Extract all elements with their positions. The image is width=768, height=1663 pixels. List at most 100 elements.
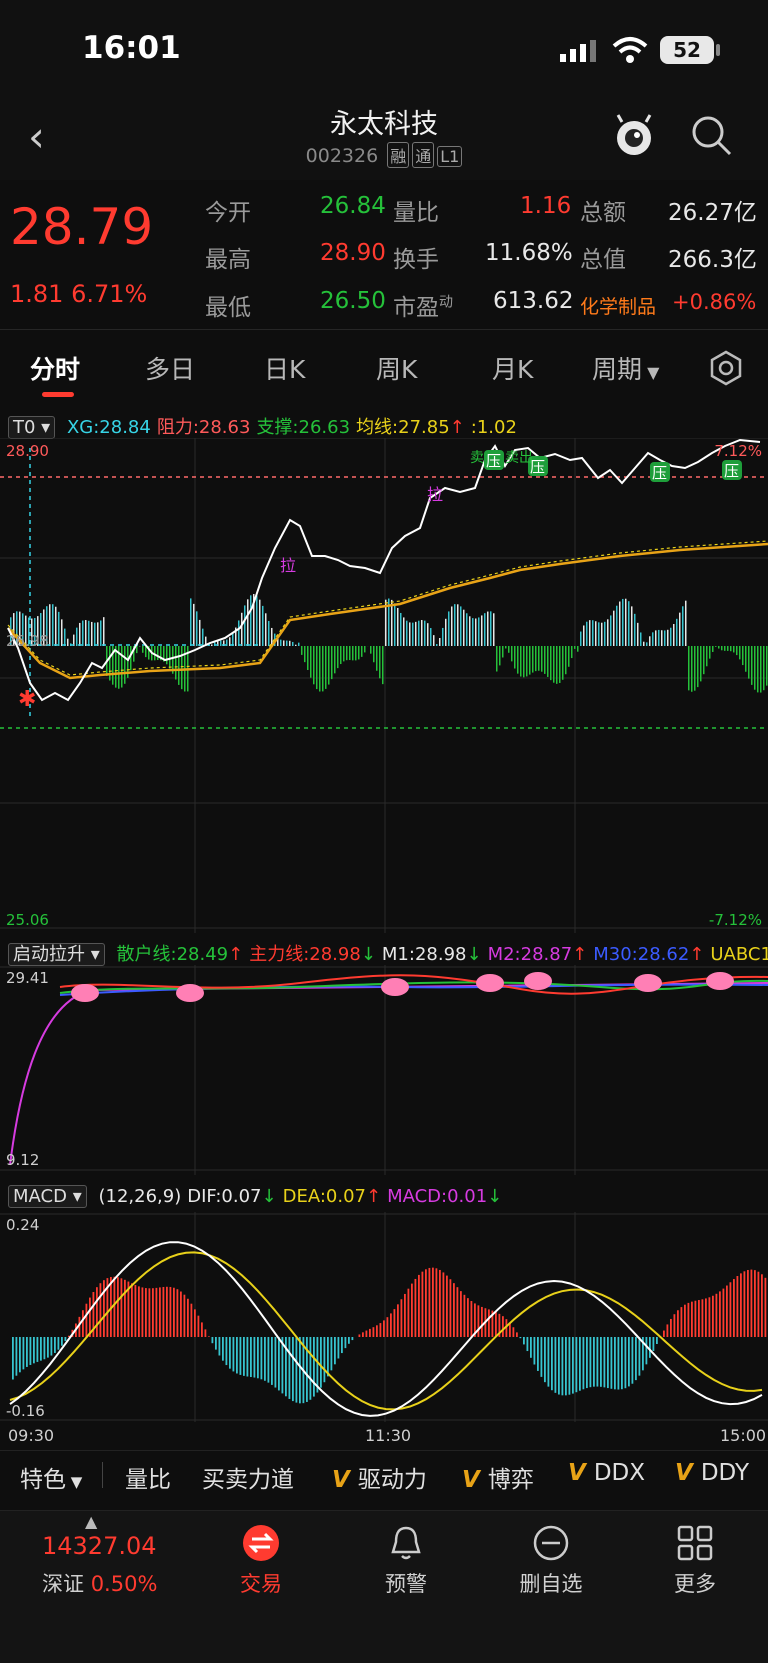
indicator-tab-drive[interactable]: V 驱动力 (332, 1460, 427, 1494)
volume-bar (556, 646, 558, 684)
tab-monthly-k[interactable]: 月K (492, 350, 533, 386)
sector-change[interactable]: +0.86% (672, 290, 756, 314)
macd-indicator-value: ↓ (487, 1186, 503, 1207)
macd-bar (148, 1288, 151, 1337)
nav-trade[interactable]: 交易 (201, 1568, 321, 1598)
macd-bar (446, 1275, 448, 1337)
volume-bar (436, 644, 438, 646)
macd-bar (733, 1279, 735, 1337)
macd-bar (428, 1267, 431, 1337)
volume-bar (571, 646, 573, 659)
volume-bar (355, 646, 357, 661)
macd-bar (327, 1337, 329, 1377)
quote-label-volratio: 量比 (393, 200, 439, 226)
volume-bar (376, 646, 378, 671)
volume-bar (241, 612, 243, 646)
macd-bar (246, 1337, 249, 1377)
volume-bar (61, 619, 63, 646)
nav-alert[interactable]: 预警 (346, 1568, 466, 1598)
macd-chart[interactable]: 0.24 -0.16 (0, 1212, 768, 1422)
nav-more[interactable]: 更多 (635, 1568, 755, 1598)
volume-bar (496, 646, 498, 672)
volume-bar (685, 600, 687, 646)
volume-bar (703, 646, 705, 675)
macd-bar (12, 1337, 14, 1380)
intraday-price-chart[interactable]: 28.90 26.98 25.06 7.12% -7.12% 拉 拉 压 压 压… (0, 438, 768, 933)
indicator-tab-ddx[interactable]: V DDX (568, 1460, 645, 1486)
main-indicator-dropdown[interactable]: T0 ▾ (8, 416, 56, 439)
sub1-y-bottom: 9.12 (6, 1151, 39, 1169)
bell-icon[interactable] (387, 1524, 425, 1562)
volume-bar (673, 624, 675, 646)
macd-bar (687, 1302, 690, 1337)
nav-remove-watchlist[interactable]: 删自选 (491, 1568, 611, 1598)
time-mid: 11:30 (365, 1426, 412, 1445)
macd-bar (383, 1320, 385, 1337)
volume-bar (340, 646, 342, 665)
chevron-up-icon[interactable]: ▲ (85, 1512, 97, 1531)
volume-bar (511, 646, 513, 662)
tab-weekly-k[interactable]: 周K (376, 350, 417, 386)
price-line (7, 438, 761, 702)
macd-bar (183, 1294, 186, 1337)
volume-bar (745, 646, 747, 672)
macd-bar (96, 1287, 98, 1337)
macd-bar (593, 1337, 595, 1387)
volume-bar (244, 605, 246, 646)
grid-more-icon[interactable] (676, 1524, 714, 1562)
macd-bar (407, 1288, 410, 1337)
sub1-indicator-dropdown[interactable]: 启动拉升 ▾ (8, 943, 105, 966)
macd-bar (533, 1337, 536, 1365)
launch-indicator-chart[interactable]: 29.41 9.12 (0, 965, 768, 1175)
macd-bar (337, 1337, 340, 1359)
volume-bar (487, 611, 489, 646)
macd-bar (558, 1337, 560, 1395)
macd-bar (145, 1288, 147, 1337)
search-icon[interactable] (690, 114, 734, 158)
macd-indicator-dropdown[interactable]: MACD ▾ (8, 1185, 87, 1208)
indicator-tab-ddy[interactable]: V DDY (675, 1460, 749, 1486)
indicator-tab-volratio[interactable]: 量比 (125, 1460, 171, 1494)
macd-bar (358, 1334, 361, 1337)
sector-name[interactable]: 化学制品 (580, 292, 656, 319)
tab-intraday[interactable]: 分时 (30, 350, 80, 386)
settings-hexagon-icon[interactable] (708, 350, 744, 386)
mark-sell-1: 卖 (470, 450, 484, 466)
trade-icon[interactable] (242, 1524, 280, 1562)
volume-bar (568, 646, 570, 667)
indicator-tab-game[interactable]: V 博弈 (462, 1460, 534, 1494)
price-change: 1.81 6.71% (10, 280, 147, 308)
volume-bar (49, 604, 51, 646)
volume-bar (211, 644, 213, 646)
sub1-dropdown-label: 启动拉升 (13, 944, 85, 965)
indicator-tab-featured[interactable]: 特色 ▼ (20, 1460, 82, 1494)
volume-bar (64, 628, 66, 646)
volume-bar (403, 617, 405, 646)
volume-bar (289, 640, 291, 646)
index-value[interactable]: 14327.04 (42, 1532, 157, 1560)
macd-bar (222, 1337, 224, 1361)
main-indicator-value: 均线:27.85 (356, 417, 450, 438)
volume-bar (139, 646, 141, 647)
tab-daily-k[interactable]: 日K (264, 350, 305, 386)
volume-bar (196, 611, 198, 646)
macd-bar (568, 1337, 571, 1395)
volume-bar (592, 620, 594, 646)
indicator-tab-buysell[interactable]: 买卖力道 (202, 1460, 294, 1494)
macd-bar (166, 1286, 168, 1337)
tab-multi-day[interactable]: 多日 (145, 350, 195, 386)
volume-bar (283, 640, 285, 646)
macd-bar (715, 1293, 718, 1337)
volume-bar (595, 621, 597, 646)
sub1-indicator-value: 散户线:28.49 (116, 944, 229, 965)
macd-bar (330, 1337, 333, 1371)
macd-bar (411, 1283, 413, 1337)
index-summary[interactable]: 深证 0.50% (42, 1568, 157, 1598)
pe-label-sup: 动 (439, 294, 453, 311)
remove-watchlist-icon[interactable] (532, 1524, 570, 1562)
tab-period[interactable]: 周期 ▼ (592, 350, 659, 386)
robot-assistant-icon[interactable] (612, 112, 656, 158)
volume-bar (580, 631, 582, 646)
volume-bar (454, 604, 456, 646)
macd-bar (624, 1337, 627, 1389)
